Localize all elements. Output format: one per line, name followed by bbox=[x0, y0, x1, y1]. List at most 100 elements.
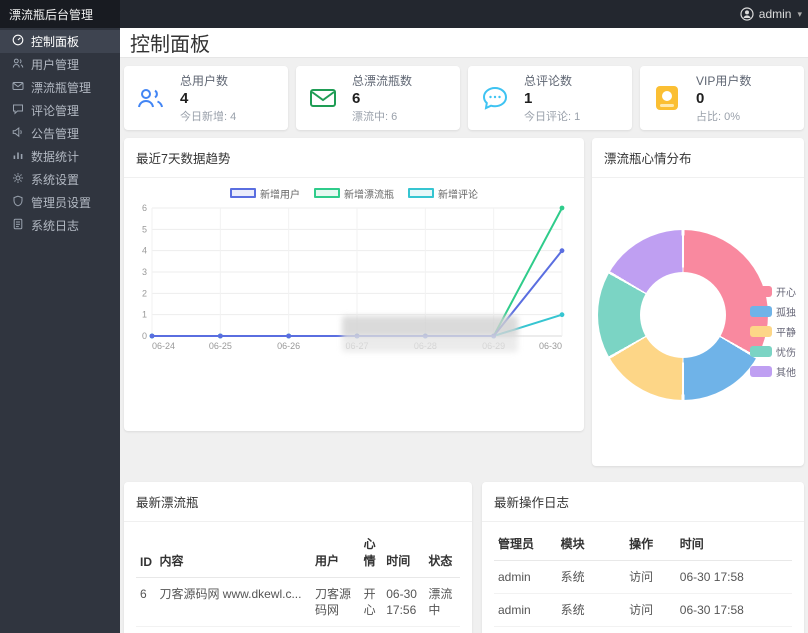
column-header: 内容 bbox=[155, 526, 311, 578]
main-area: 控制面板 总用户数 4 今日新增: 4 bbox=[120, 28, 808, 633]
username-label: admin bbox=[759, 7, 792, 21]
legend-item[interactable]: 新增漂流瓶 bbox=[314, 186, 394, 200]
legend-item[interactable]: 开心 bbox=[750, 284, 804, 299]
stat-card-total-bottles: 总漂流瓶数 6 漂流中: 6 bbox=[296, 66, 460, 130]
stat-value: 6 bbox=[352, 90, 412, 107]
gauge-icon bbox=[12, 34, 24, 49]
sidebar-item-settings[interactable]: 系统设置 bbox=[0, 168, 120, 191]
stat-card-total-comments: 总评论数 1 今日评论: 1 bbox=[468, 66, 632, 130]
chart-title: 漂流瓶心情分布 bbox=[592, 138, 804, 178]
latest-bottles-card: 最新漂流瓶 ID 内容 用户 心情 时间 状态 bbox=[124, 482, 472, 633]
sidebar-item-comments[interactable]: 评论管理 bbox=[0, 99, 120, 122]
mood-chart-card: 漂流瓶心情分布 开心孤独平静忧伤其他 bbox=[592, 138, 804, 466]
column-header: 时间 bbox=[676, 526, 792, 561]
envelope-icon bbox=[308, 87, 338, 109]
sidebar: 控制面板 用户管理 漂流瓶管理 评论管理 公告管理 数据统计 系统设置 管理员 bbox=[0, 28, 120, 633]
stat-card-vip-users: VIP用户数 0 占比: 0% bbox=[640, 66, 804, 130]
topbar-spacer bbox=[120, 0, 740, 28]
sidebar-item-announcements[interactable]: 公告管理 bbox=[0, 122, 120, 145]
blurred-watermark bbox=[342, 316, 518, 352]
table-row: 6刀客源码网 www.dkewl.c...刀客源码网开心06-30 17:56漂… bbox=[136, 578, 460, 627]
svg-text:06-24: 06-24 bbox=[152, 341, 175, 351]
stat-sub: 今日新增: 4 bbox=[180, 108, 236, 124]
sidebar-item-label: 管理员设置 bbox=[31, 194, 91, 211]
legend-item[interactable]: 孤独 bbox=[750, 304, 804, 319]
stat-sub: 占比: 0% bbox=[696, 108, 751, 124]
table-row: admin系统访问06-30 17:58 bbox=[494, 561, 792, 594]
sidebar-item-label: 数据统计 bbox=[31, 148, 79, 165]
table-row: admin管理员查看06-30 17:54 bbox=[494, 627, 792, 633]
column-header: 时间 bbox=[382, 526, 424, 578]
sidebar-item-label: 系统日志 bbox=[31, 217, 79, 234]
vip-badge-icon bbox=[652, 86, 682, 110]
column-header: 模块 bbox=[557, 526, 626, 561]
stat-value: 0 bbox=[696, 90, 751, 107]
column-header: ID bbox=[136, 526, 155, 578]
gear-icon bbox=[12, 172, 24, 187]
log-file-icon bbox=[12, 218, 24, 233]
column-header: 状态 bbox=[424, 526, 460, 578]
table-header-row: ID 内容 用户 心情 时间 状态 bbox=[136, 526, 460, 578]
line-chart: 012345606-2406-2506-2606-2706-2806-2906-… bbox=[124, 200, 584, 357]
line-chart-legend: 新增用户新增漂流瓶新增评论 bbox=[124, 186, 584, 200]
envelope-icon bbox=[12, 80, 24, 95]
svg-text:2: 2 bbox=[142, 288, 147, 298]
users-icon bbox=[136, 86, 166, 110]
stat-label: 总评论数 bbox=[524, 72, 580, 89]
app-brand: 漂流瓶后台管理 bbox=[0, 0, 120, 28]
stat-sub: 漂流中: 6 bbox=[352, 108, 412, 124]
sidebar-item-dashboard[interactable]: 控制面板 bbox=[0, 30, 120, 53]
users-icon bbox=[12, 57, 24, 72]
legend-item[interactable]: 其他 bbox=[750, 364, 804, 379]
sidebar-item-label: 用户管理 bbox=[31, 56, 79, 73]
sidebar-item-label: 控制面板 bbox=[31, 33, 79, 50]
charts-row: 最近7天数据趋势 新增用户新增漂流瓶新增评论 012345606-2406-25… bbox=[124, 138, 804, 466]
table-title: 最新漂流瓶 bbox=[124, 482, 472, 522]
stats-row: 总用户数 4 今日新增: 4 总漂流瓶数 6 漂流中: 6 bbox=[124, 66, 804, 130]
topbar: 漂流瓶后台管理 admin ▾ bbox=[0, 0, 808, 28]
stat-value: 4 bbox=[180, 90, 236, 107]
column-header: 心情 bbox=[360, 526, 383, 578]
column-header: 操作 bbox=[625, 526, 676, 561]
svg-text:06-25: 06-25 bbox=[209, 341, 232, 351]
table-title: 最新操作日志 bbox=[482, 482, 804, 522]
svg-text:4: 4 bbox=[142, 246, 147, 256]
tables-row: 最新漂流瓶 ID 内容 用户 心情 时间 状态 bbox=[124, 482, 804, 633]
stat-label: 总用户数 bbox=[180, 72, 236, 89]
megaphone-icon bbox=[12, 126, 24, 141]
sidebar-item-users[interactable]: 用户管理 bbox=[0, 53, 120, 76]
stat-sub: 今日评论: 1 bbox=[524, 108, 580, 124]
table-row: admin系统访问06-30 17:58 bbox=[494, 594, 792, 627]
sidebar-item-label: 系统设置 bbox=[31, 171, 79, 188]
stat-label: 总漂流瓶数 bbox=[352, 72, 412, 89]
svg-text:6: 6 bbox=[142, 203, 147, 213]
latest-logs-card: 最新操作日志 管理员 模块 操作 时间 admin系统访问06-30 17:58… bbox=[482, 482, 804, 633]
sidebar-item-bottles[interactable]: 漂流瓶管理 bbox=[0, 76, 120, 99]
user-menu[interactable]: admin ▾ bbox=[740, 0, 808, 28]
legend-item[interactable]: 忧伤 bbox=[750, 344, 804, 359]
column-header: 管理员 bbox=[494, 526, 557, 561]
donut-chart bbox=[598, 230, 768, 400]
legend-item[interactable]: 新增用户 bbox=[230, 186, 300, 200]
sidebar-item-statistics[interactable]: 数据统计 bbox=[0, 145, 120, 168]
pie-legend: 开心孤独平静忧伤其他 bbox=[750, 284, 804, 379]
table-row: 1今天天气真好，希望能有人看到我的漂流瓶!user1开心06-30 17:47漂… bbox=[136, 627, 460, 633]
stat-value: 1 bbox=[524, 90, 580, 107]
donut-hole bbox=[640, 272, 726, 358]
bar-chart-icon bbox=[12, 149, 24, 164]
sidebar-item-admins[interactable]: 管理员设置 bbox=[0, 191, 120, 214]
chart-title: 最近7天数据趋势 bbox=[124, 138, 584, 178]
stat-label: VIP用户数 bbox=[696, 72, 751, 89]
sidebar-item-logs[interactable]: 系统日志 bbox=[0, 214, 120, 237]
table-header-row: 管理员 模块 操作 时间 bbox=[494, 526, 792, 561]
page-header: 控制面板 bbox=[120, 28, 808, 58]
svg-text:0: 0 bbox=[142, 331, 147, 341]
user-circle-icon bbox=[740, 7, 754, 21]
legend-item[interactable]: 新增评论 bbox=[408, 186, 478, 200]
legend-item[interactable]: 平静 bbox=[750, 324, 804, 339]
logs-table: 管理员 模块 操作 时间 admin系统访问06-30 17:58admin系统… bbox=[494, 526, 792, 633]
content: 总用户数 4 今日新增: 4 总漂流瓶数 6 漂流中: 6 bbox=[120, 58, 808, 633]
svg-text:06-26: 06-26 bbox=[277, 341, 300, 351]
chevron-down-icon: ▾ bbox=[797, 9, 802, 20]
bottles-table: ID 内容 用户 心情 时间 状态 6刀客源码网 www.dkewl.c...刀… bbox=[136, 526, 460, 633]
